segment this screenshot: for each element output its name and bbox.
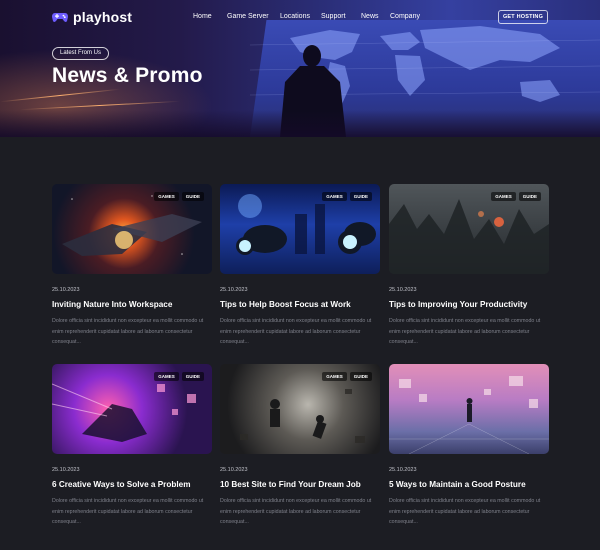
post-thumbnail[interactable]: GAMES GUIDE [389, 184, 549, 274]
post-tags: GAMES GUIDE [322, 192, 372, 201]
tag-guide[interactable]: GUIDE [181, 372, 204, 381]
post-title[interactable]: 10 Best Site to Find Your Dream Job [220, 480, 361, 489]
tag-games[interactable]: GAMES [154, 372, 179, 381]
post-excerpt: Dolore officia sint incididunt non excep… [220, 498, 372, 525]
post-title[interactable]: Tips to Help Boost Focus at Work [220, 300, 351, 309]
post-date: 25.10.2023 [52, 467, 80, 473]
nav-news[interactable]: News [361, 13, 379, 20]
post-excerpt: Dolore officia sint incididunt non excep… [389, 498, 541, 525]
floating-cubes-image [389, 376, 549, 454]
nav-support[interactable]: Support [321, 13, 346, 20]
post-card[interactable]: GAMES GUIDE 25.10.2023 6 Creative Ways t… [52, 364, 212, 525]
page-title: News & Promo [52, 64, 203, 87]
nav-game-server[interactable]: Game Server [227, 13, 269, 20]
logo[interactable]: playhost [52, 9, 132, 25]
post-title[interactable]: 6 Creative Ways to Solve a Problem [52, 480, 190, 489]
top-nav: playhost Home Game Server Locations Supp… [0, 0, 600, 34]
tag-guide[interactable]: GUIDE [181, 192, 204, 201]
post-thumbnail[interactable]: GAMES GUIDE [52, 184, 212, 274]
page: playhost Home Game Server Locations Supp… [0, 0, 600, 550]
post-title[interactable]: Inviting Nature Into Workspace [52, 300, 172, 309]
post-thumbnail[interactable] [389, 364, 549, 454]
post-card[interactable]: GAMES GUIDE 25.10.2023 Inviting Nature I… [52, 184, 212, 345]
post-card[interactable]: 25.10.2023 5 Ways to Maintain a Good Pos… [389, 364, 549, 525]
post-tags: GAMES GUIDE [154, 372, 204, 381]
post-excerpt: Dolore officia sint incididunt non excep… [389, 318, 541, 345]
post-title[interactable]: Tips to Improving Your Productivity [389, 300, 527, 309]
tag-games[interactable]: GAMES [154, 192, 179, 201]
tag-guide[interactable]: GUIDE [349, 372, 372, 381]
post-tags: GAMES GUIDE [154, 192, 204, 201]
post-card[interactable]: GAMES GUIDE 25.10.2023 10 Best Site to F… [220, 364, 380, 525]
post-thumbnail[interactable]: GAMES GUIDE [220, 364, 380, 454]
post-date: 25.10.2023 [220, 287, 248, 293]
tag-games[interactable]: GAMES [322, 372, 347, 381]
post-date: 25.10.2023 [389, 467, 417, 473]
nav-home[interactable]: Home [193, 13, 212, 20]
get-hosting-button[interactable]: GET HOSTING [498, 10, 548, 24]
post-thumbnail[interactable]: GAMES GUIDE [220, 184, 380, 274]
latest-badge: Latest From Us [52, 47, 110, 60]
brand-name: playhost [73, 9, 133, 25]
hero-floor-shade [0, 110, 600, 137]
post-tags: GAMES GUIDE [322, 372, 372, 381]
post-excerpt: Dolore officia sint incididunt non excep… [220, 318, 372, 345]
post-thumbnail[interactable]: GAMES GUIDE [52, 364, 212, 454]
nav-company[interactable]: Company [390, 13, 420, 20]
post-date: 25.10.2023 [220, 467, 248, 473]
tag-games[interactable]: GAMES [491, 192, 516, 201]
post-date: 25.10.2023 [389, 287, 417, 293]
post-title[interactable]: 5 Ways to Maintain a Good Posture [389, 480, 526, 489]
post-date: 25.10.2023 [52, 287, 80, 293]
post-tags: GAMES GUIDE [491, 192, 541, 201]
tag-guide[interactable]: GUIDE [518, 192, 541, 201]
post-excerpt: Dolore officia sint incididunt non excep… [52, 318, 204, 345]
post-card[interactable]: GAMES GUIDE 25.10.2023 Tips to Help Boos… [220, 184, 380, 345]
post-card[interactable]: GAMES GUIDE 25.10.2023 Tips to Improving… [389, 184, 549, 345]
nav-locations[interactable]: Locations [280, 13, 310, 20]
post-excerpt: Dolore officia sint incididunt non excep… [52, 498, 204, 525]
tag-guide[interactable]: GUIDE [349, 192, 372, 201]
gamepad-icon [52, 13, 68, 22]
tag-games[interactable]: GAMES [322, 192, 347, 201]
